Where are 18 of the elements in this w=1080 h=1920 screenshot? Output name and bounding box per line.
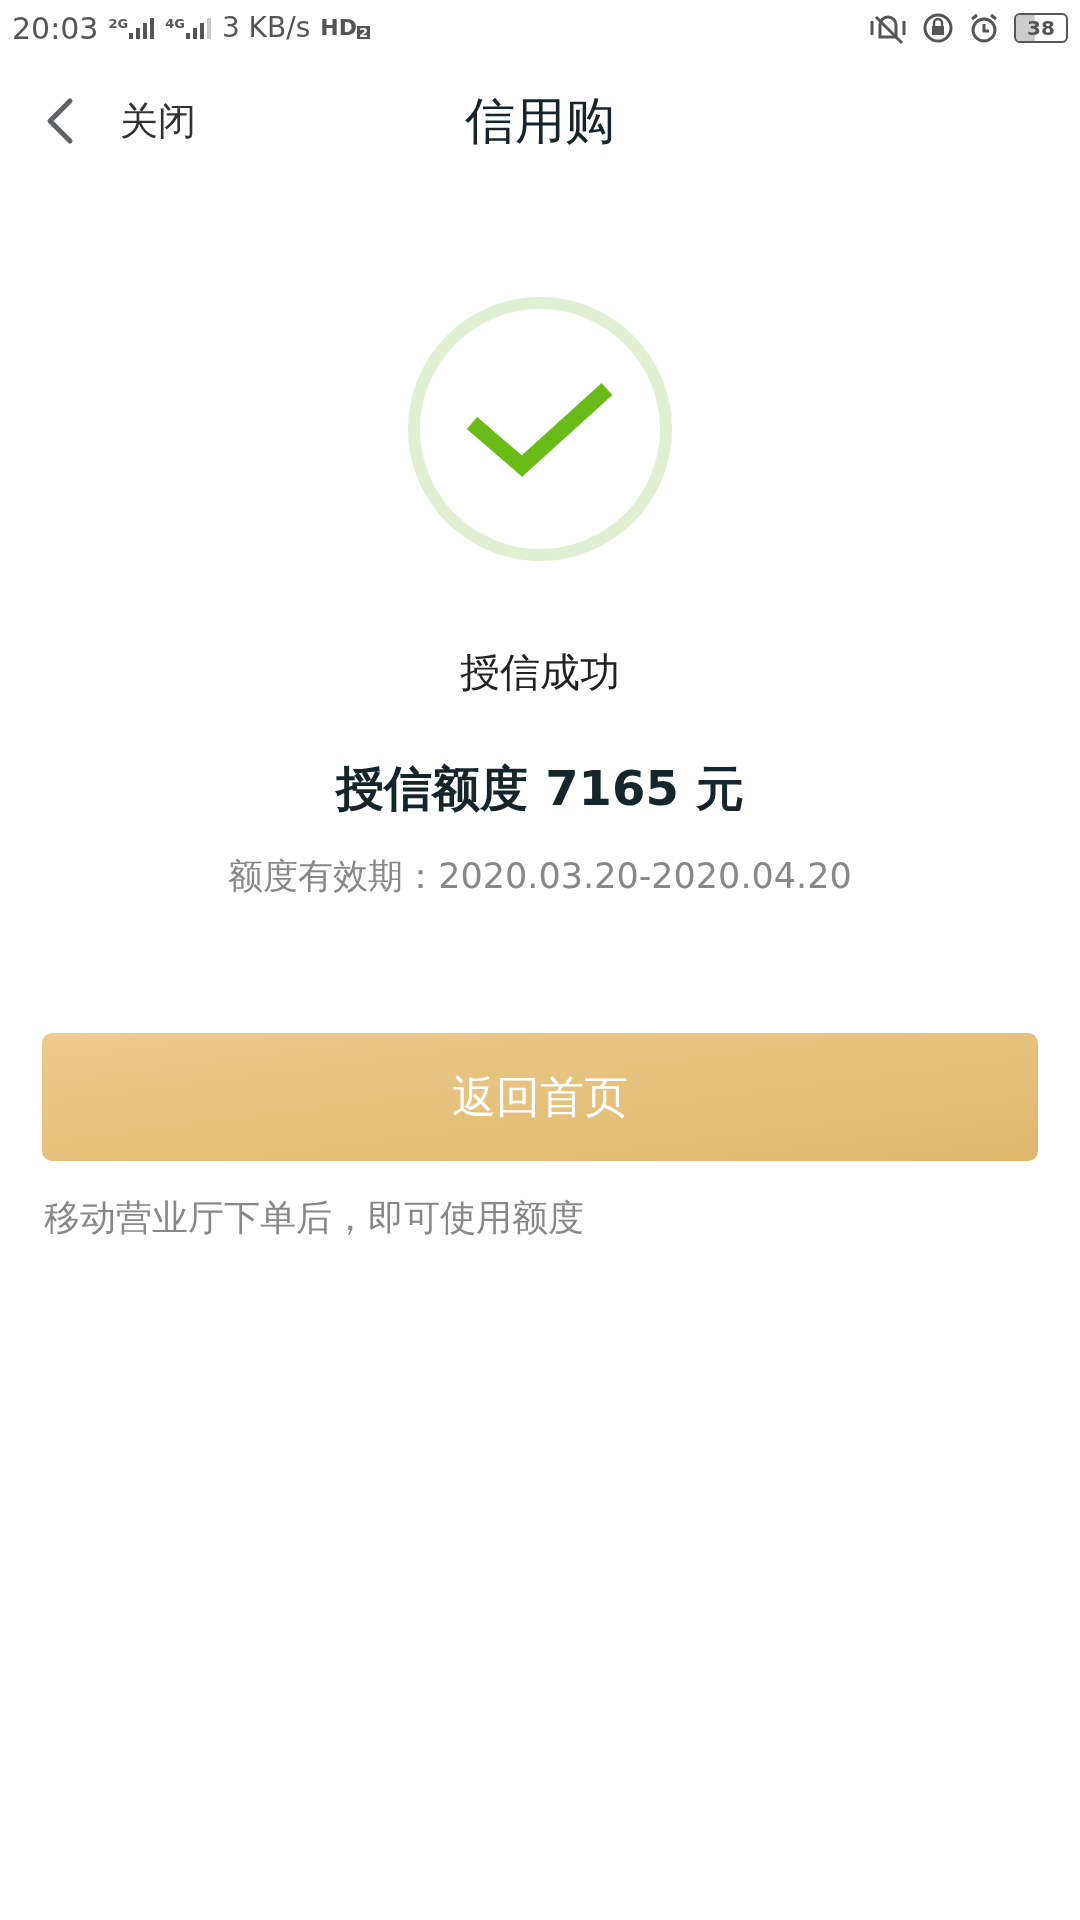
- signal-icon: [185, 17, 212, 39]
- network-speed: 3 KB/s: [221, 10, 311, 46]
- success-check-icon: [407, 296, 673, 562]
- hd-index: 2: [356, 26, 370, 39]
- back-button[interactable]: 关闭: [46, 92, 196, 150]
- network-type-label: 2G: [108, 17, 129, 30]
- network-type-label: 4G: [165, 17, 185, 30]
- credit-amount: 授信额度 7165 元: [336, 759, 744, 818]
- status-text: 授信成功: [460, 648, 620, 697]
- battery-percentage: 38: [1027, 18, 1055, 38]
- usage-note: 移动营业厅下单后，即可使用额度: [44, 1195, 585, 1240]
- page-title: 信用购: [465, 90, 615, 152]
- hd-label: HD: [320, 17, 357, 39]
- validity-period: 额度有效期：2020.03.20-2020.04.20: [228, 855, 852, 898]
- signal-icon: [129, 17, 156, 39]
- rotation-lock-icon: [922, 12, 954, 44]
- alarm-icon: [968, 12, 1000, 44]
- clock: 20:03: [12, 9, 99, 48]
